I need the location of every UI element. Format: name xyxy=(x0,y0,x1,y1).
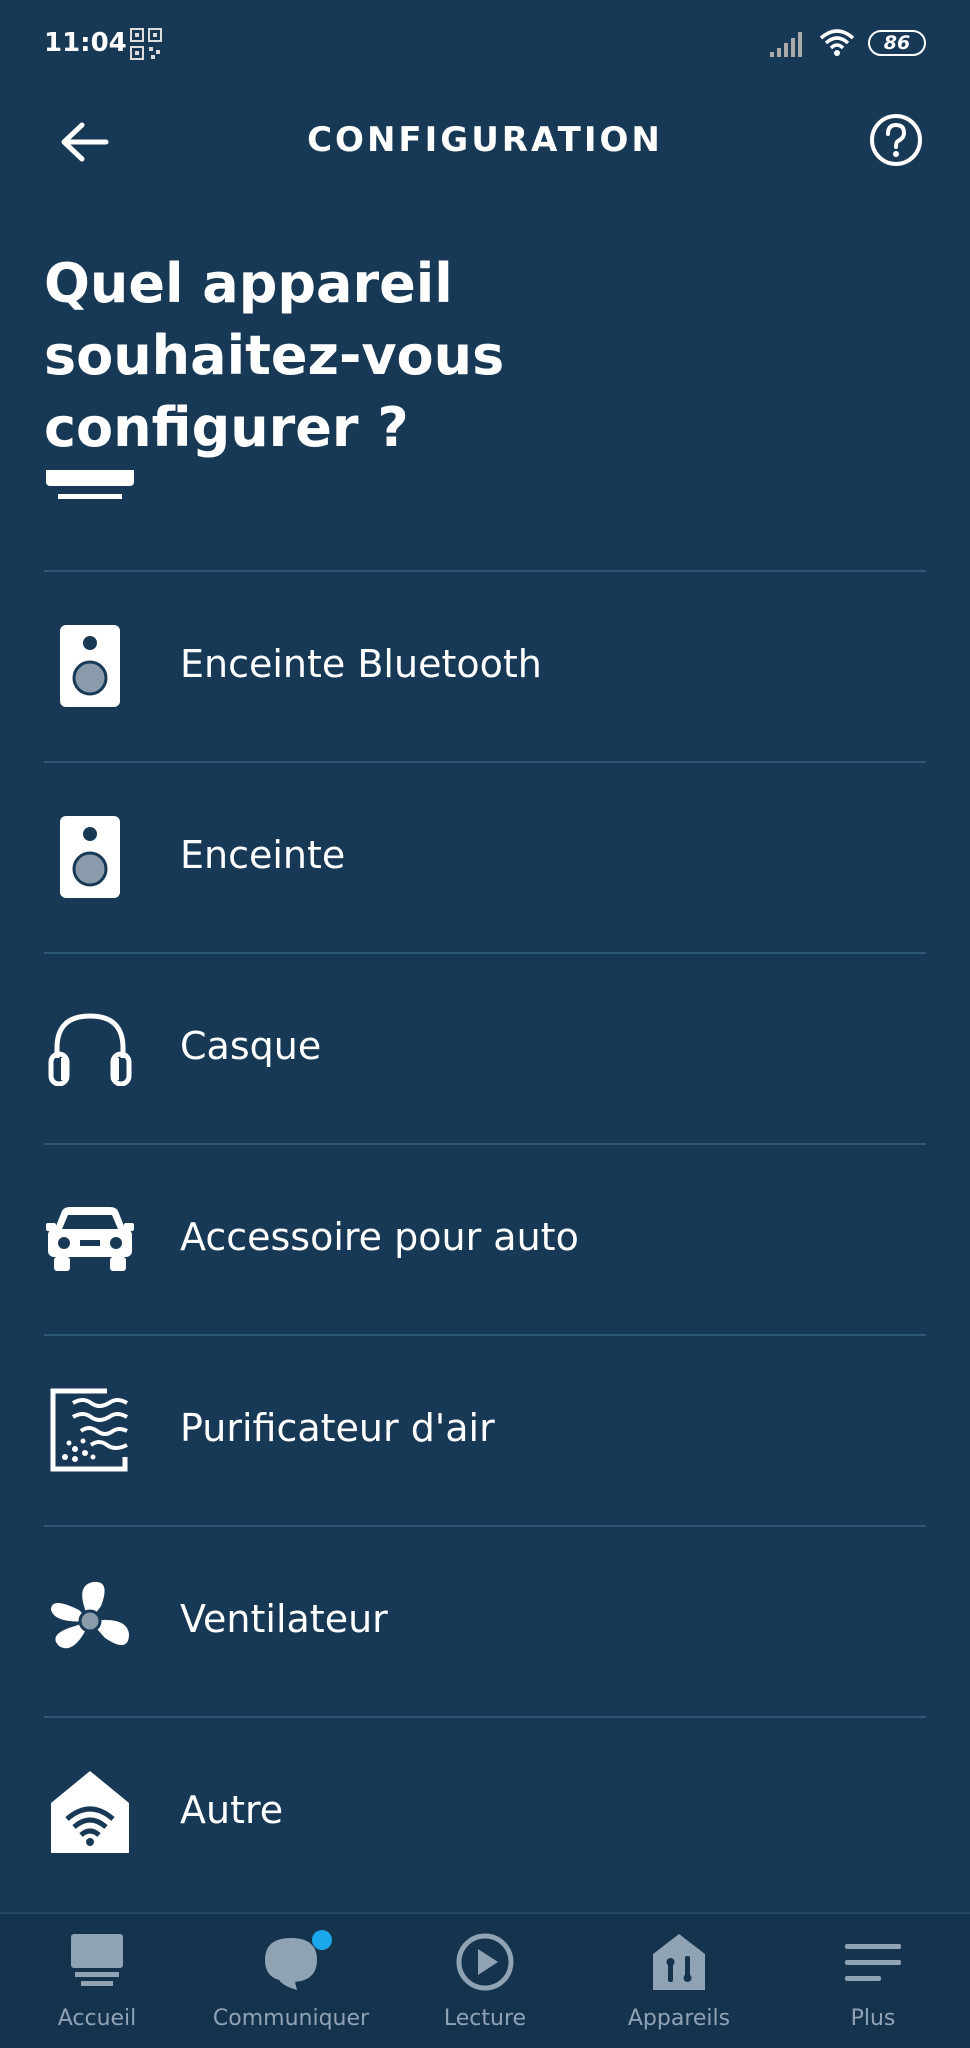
nav-item-play[interactable]: Lecture xyxy=(388,1914,582,2048)
nav-label: Appareils xyxy=(627,2006,731,2031)
device-label: Casque xyxy=(180,1024,322,1068)
notification-badge xyxy=(312,1930,332,1950)
divider xyxy=(44,1143,926,1145)
air-purifier-icon xyxy=(44,1384,136,1476)
status-time: 11:04 xyxy=(44,28,127,58)
divider xyxy=(44,1334,926,1336)
status-bar: 11:04 86 xyxy=(0,0,970,90)
battery-indicator: 86 xyxy=(868,30,926,56)
nav-item-communicate[interactable]: Communiquer xyxy=(194,1914,388,2048)
menu-icon xyxy=(845,1944,901,1981)
nav-label: Accueil xyxy=(57,2006,137,2031)
wifi-home-icon xyxy=(44,1766,136,1858)
car-icon xyxy=(44,1193,136,1285)
divider xyxy=(44,1525,926,1527)
page-title: Quel appareil souhaitez-vous configurer … xyxy=(44,252,505,459)
devices-icon xyxy=(653,1934,705,1990)
device-item-fan[interactable]: Ventilateur xyxy=(0,1525,970,1715)
divider xyxy=(44,952,926,954)
wifi-icon xyxy=(819,29,855,56)
speaker-icon xyxy=(44,811,136,903)
header: CONFIGURATION xyxy=(0,100,970,184)
nav-label: Communiquer xyxy=(212,2006,370,2031)
divider xyxy=(44,1716,926,1718)
divider xyxy=(44,570,926,572)
partial-list-item[interactable] xyxy=(0,470,970,570)
device-item-speaker[interactable]: Enceinte xyxy=(0,761,970,951)
nav-label: Plus xyxy=(850,2006,896,2031)
device-item-car-accessory[interactable]: Accessoire pour auto xyxy=(0,1143,970,1333)
signal-icon xyxy=(770,32,802,57)
nav-label: Lecture xyxy=(443,2006,527,2031)
tv-icon xyxy=(46,470,134,499)
device-item-other[interactable]: Autre xyxy=(0,1716,970,1906)
home-icon xyxy=(71,1934,123,1986)
nav-item-home[interactable]: Accueil xyxy=(0,1914,194,2048)
header-title: CONFIGURATION xyxy=(307,120,663,160)
headphones-icon xyxy=(44,1002,136,1094)
bottom-nav: Accueil Communiquer Lecture Appareils Pl… xyxy=(0,1912,970,2048)
device-item-headphones[interactable]: Casque xyxy=(0,952,970,1142)
help-icon[interactable] xyxy=(868,112,924,168)
speaker-icon xyxy=(44,620,136,712)
divider xyxy=(44,761,926,763)
device-label: Enceinte xyxy=(180,833,346,877)
nav-item-more[interactable]: Plus xyxy=(776,1914,970,2048)
nav-item-devices[interactable]: Appareils xyxy=(582,1914,776,2048)
device-label: Accessoire pour auto xyxy=(180,1215,579,1259)
device-label: Ventilateur xyxy=(180,1597,388,1641)
battery-level: 86 xyxy=(883,32,911,54)
device-item-air-purifier[interactable]: Purificateur d'air xyxy=(0,1334,970,1524)
device-label: Enceinte Bluetooth xyxy=(180,642,542,686)
qr-code-icon xyxy=(130,28,162,60)
device-label: Purificateur d'air xyxy=(180,1406,495,1450)
device-label: Autre xyxy=(180,1788,284,1832)
play-icon xyxy=(456,1933,514,1991)
device-item-bluetooth-speaker[interactable]: Enceinte Bluetooth xyxy=(0,570,970,760)
fan-icon xyxy=(44,1575,136,1667)
